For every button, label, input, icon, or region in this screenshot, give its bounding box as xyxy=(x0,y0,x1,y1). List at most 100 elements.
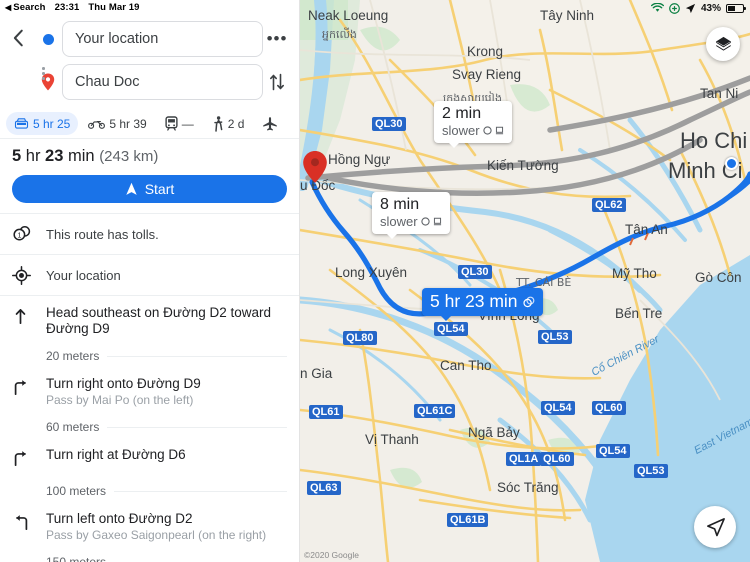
directions-panel: ◀ Search 23:31 Thu Mar 19 Your location … xyxy=(0,0,300,562)
travel-mode-tabs: 5 hr 25 5 hr 39 — 2 d xyxy=(0,109,299,139)
battery-icon xyxy=(726,3,746,13)
step-distance-row: 60 meters xyxy=(0,416,299,438)
step-instruction: Turn left onto Đường D2 xyxy=(46,511,193,526)
highway-shield: QL61B xyxy=(447,513,489,527)
status-date: Thu Mar 19 xyxy=(88,2,140,13)
highway-shield: QL30 xyxy=(372,117,406,131)
tolls-text: This route has tolls. xyxy=(46,226,159,242)
selected-route-duration: 5 hr 23 min xyxy=(430,291,518,311)
car-icon xyxy=(14,118,29,129)
swap-vertical-icon xyxy=(270,73,284,91)
tab-driving-label: 5 hr 25 xyxy=(33,116,71,131)
user-location-dot xyxy=(725,157,738,170)
map-layers-button[interactable] xyxy=(706,27,740,61)
destination-pin-icon xyxy=(303,151,327,183)
origin-field-row: Your location ••• xyxy=(34,21,291,57)
tab-motorcycle-label: 5 hr 39 xyxy=(109,116,147,131)
start-button-label: Start xyxy=(144,181,175,197)
tab-walking[interactable]: 2 d xyxy=(204,112,253,136)
wifi-icon xyxy=(650,3,664,12)
origin-input[interactable]: Your location xyxy=(62,21,263,57)
divider xyxy=(107,355,287,357)
highway-shield: QL60 xyxy=(540,452,574,466)
highway-shield: QL1A xyxy=(506,452,542,466)
step-instruction: Head southeast on Đường D2 toward Đường … xyxy=(46,305,272,336)
step-item[interactable]: Head southeast on Đường D2 toward Đường … xyxy=(0,296,299,345)
highway-shield: QL53 xyxy=(538,330,572,344)
step-distance-row: 100 meters xyxy=(0,480,299,502)
highway-shield: QL53 xyxy=(634,464,668,478)
destination-marker[interactable] xyxy=(302,150,328,189)
route-summary: 5 hr 23 min (243 km) Start xyxy=(0,139,299,203)
tab-driving[interactable]: 5 hr 25 xyxy=(6,112,79,135)
tab-walking-label: 2 d xyxy=(227,116,245,131)
step-distance: 150 meters xyxy=(46,555,107,562)
location-services-icon xyxy=(669,2,680,14)
status-time: 23:31 xyxy=(54,2,80,13)
location-arrow-icon xyxy=(685,3,696,13)
alt-route-time: 8 min xyxy=(380,196,420,213)
highway-shield: QL54 xyxy=(434,322,468,336)
highway-shield: QL61 xyxy=(309,405,343,419)
step-distance: 20 meters xyxy=(46,349,100,363)
motorcycle-icon xyxy=(88,120,106,129)
origin-row-text: Your location xyxy=(46,267,121,283)
highway-shield: QL61C xyxy=(414,404,456,418)
alt-route-time: 2 min xyxy=(442,105,482,122)
back-triangle-icon: ◀ xyxy=(5,3,12,12)
svg-text:1: 1 xyxy=(17,233,21,240)
toll-coin-icon xyxy=(420,217,430,226)
duration-hours-unit: hr xyxy=(25,147,41,165)
duration-minutes: 23 xyxy=(45,147,64,165)
step-instruction: Turn right at Đường D6 xyxy=(46,447,186,462)
tab-motorcycle[interactable]: 5 hr 39 xyxy=(80,113,154,135)
back-button[interactable] xyxy=(8,27,30,49)
transit-icon xyxy=(165,116,178,131)
highway-shield: QL54 xyxy=(541,401,575,415)
destination-pin-icon xyxy=(34,73,62,91)
selected-route-chip[interactable]: 5 hr 23 min xyxy=(422,288,543,321)
alt-route-note: slower xyxy=(442,123,480,138)
destination-field-row: Chau Doc xyxy=(34,64,291,100)
step-item[interactable]: Turn right onto Đường D9 Pass by Mai Po … xyxy=(0,367,299,416)
map-canvas[interactable]: 43% 2 min slower 8 min slower 5 hr 23 mi… xyxy=(300,0,750,562)
tab-flight[interactable] xyxy=(254,112,286,136)
airplane-icon xyxy=(263,116,278,130)
route-connector-dots xyxy=(42,67,45,80)
highway-shield: QL80 xyxy=(343,331,377,345)
my-location-icon xyxy=(12,265,46,285)
map-status-bar: 43% xyxy=(645,0,750,16)
highway-shield: QL60 xyxy=(592,401,626,415)
arrow-straight-icon xyxy=(12,305,46,330)
origin-row: Your location xyxy=(0,254,299,295)
start-navigation-button[interactable]: Start xyxy=(12,175,287,203)
step-detail: Pass by Mai Po (on the left) xyxy=(46,393,194,407)
ferry-icon xyxy=(495,126,503,135)
map-attribution: ©2020 Google xyxy=(304,550,359,560)
search-fields: Your location ••• Chau Doc xyxy=(0,15,299,109)
highway-shield: QL62 xyxy=(592,198,626,212)
back-chevron-icon xyxy=(13,29,23,47)
turn-right-icon xyxy=(12,447,46,472)
origin-dot-icon xyxy=(34,33,62,45)
walking-icon xyxy=(213,115,223,132)
panel-status-bar: ◀ Search 23:31 Thu Mar 19 xyxy=(0,0,299,15)
step-item[interactable]: Turn left onto Đường D2 Pass by Gaxeo Sa… xyxy=(0,502,299,551)
alternate-route-callout[interactable]: 2 min slower xyxy=(434,101,512,148)
step-item[interactable]: Turn right at Đường D6 xyxy=(0,438,299,480)
toll-coin-icon xyxy=(482,126,492,135)
tolls-row: 1 This route has tolls. xyxy=(0,213,299,254)
tab-transit[interactable]: — xyxy=(157,112,202,135)
divider xyxy=(107,426,287,428)
swap-endpoints-button[interactable] xyxy=(263,73,291,91)
status-back-label[interactable]: Search xyxy=(13,2,45,13)
highway-shield: QL54 xyxy=(596,444,630,458)
layers-icon xyxy=(715,36,731,51)
alternate-route-callout[interactable]: 8 min slower xyxy=(372,192,450,239)
recenter-navigation-button[interactable] xyxy=(694,506,736,548)
map-basemap xyxy=(300,0,750,562)
route-options-button[interactable]: ••• xyxy=(263,29,291,49)
destination-input[interactable]: Chau Doc xyxy=(62,64,263,100)
highway-shield: QL63 xyxy=(307,481,341,495)
turn-right-icon xyxy=(12,376,46,401)
